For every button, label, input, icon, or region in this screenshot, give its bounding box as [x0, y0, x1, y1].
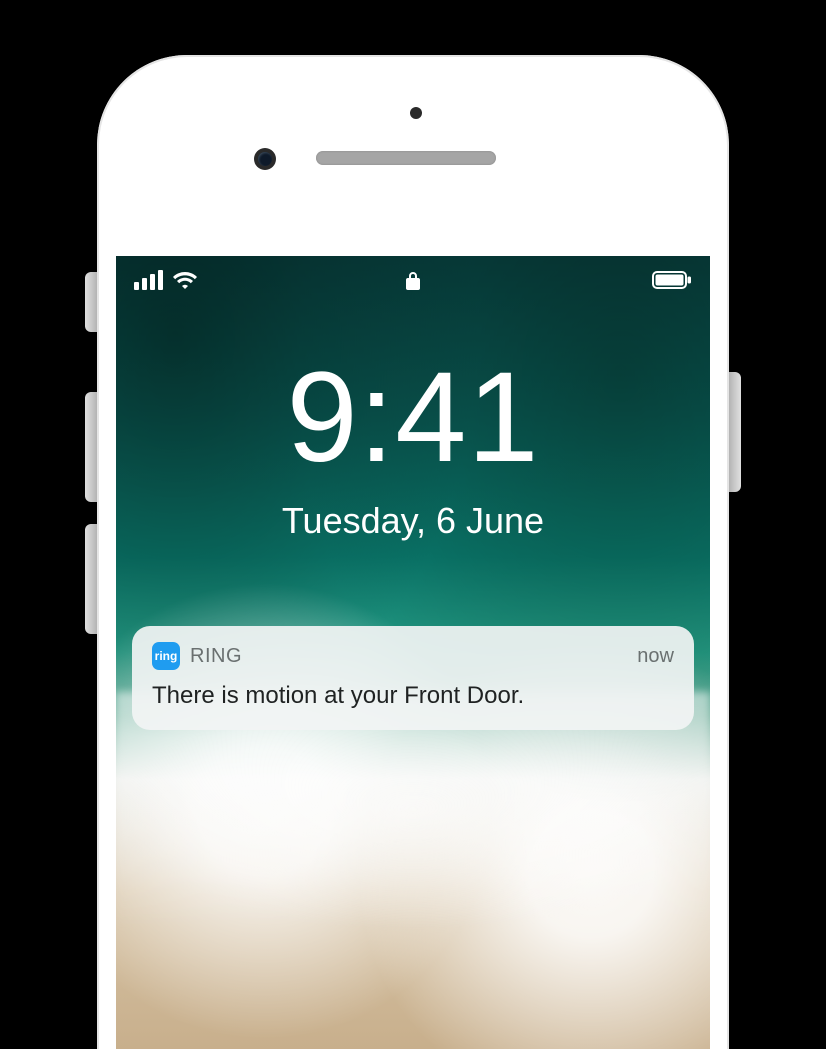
- notification-app-name: RING: [190, 645, 242, 668]
- notification-time: now: [637, 645, 674, 668]
- wifi-icon: [173, 270, 197, 290]
- lockscreen-date: Tuesday, 6 June: [116, 500, 710, 542]
- status-bar: [116, 264, 710, 304]
- battery-icon: [652, 270, 692, 290]
- lock-screen[interactable]: 9:41 Tuesday, 6 June ring RING now There…: [116, 256, 710, 1049]
- lockscreen-time: 9:41: [116, 354, 710, 482]
- mute-switch: [85, 272, 97, 332]
- earpiece-speaker: [316, 151, 496, 165]
- notification-message-text: There is motion at your Front Door.: [152, 682, 524, 709]
- ring-app-icon-text: ring: [155, 649, 178, 663]
- ring-app-icon: ring: [152, 642, 180, 670]
- cellular-signal-icon: [134, 270, 163, 290]
- power-button: [729, 372, 741, 492]
- notification-card[interactable]: ring RING now There is motion at your Fr…: [132, 626, 694, 730]
- proximity-sensor: [410, 107, 422, 119]
- lock-icon: [405, 270, 421, 292]
- volume-up-button: [85, 392, 97, 502]
- front-camera: [254, 148, 276, 170]
- volume-down-button: [85, 524, 97, 634]
- notification-message: There is motion at your Front Door.: [152, 682, 674, 710]
- notification-header: ring RING now: [152, 642, 674, 670]
- lockscreen-clock: 9:41 Tuesday, 6 June: [116, 354, 710, 542]
